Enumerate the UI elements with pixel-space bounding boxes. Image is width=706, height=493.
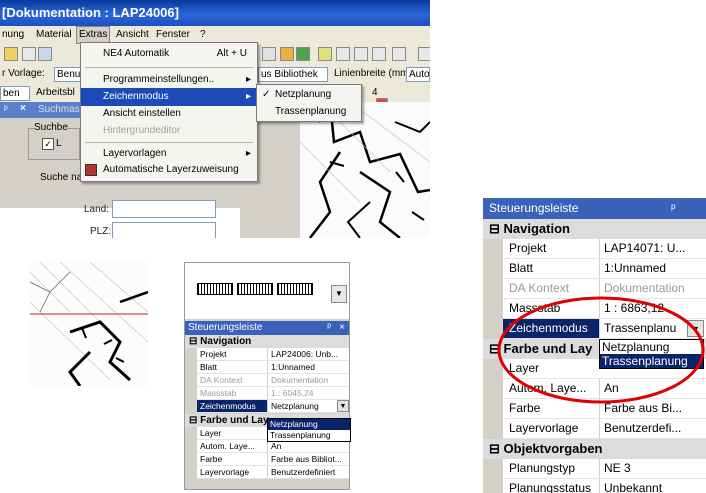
menu-item-programmeinstellungen[interactable]: Programmeinstellungen.. ▸ <box>81 71 257 89</box>
dropdown-option-netzplanung[interactable]: Netzplanung <box>268 419 350 430</box>
bibliothek-select[interactable]: us Bibliothek <box>258 67 328 82</box>
vorlage-label: r Vorlage: <box>2 68 45 79</box>
panel-title-text: Steuerungsleiste <box>188 322 263 333</box>
dropdown-option-trassenplanung[interactable]: Trassenplanung <box>268 430 350 441</box>
zeichenmodus-dropdown-list: Netzplanung Trassenplanung <box>267 418 351 442</box>
collapse-icon[interactable]: ⊟ <box>189 415 197 426</box>
pin-icon[interactable]: ᵖ <box>4 104 8 115</box>
symbol-preview <box>277 283 313 295</box>
zeichenmodus-submenu: ✓ Netzplanung Trassenplanung <box>256 84 362 122</box>
menu-item-hintergrundeditor: Hintergrundeditor <box>103 125 181 136</box>
plz-input[interactable] <box>112 222 216 238</box>
join-icon[interactable] <box>336 47 350 61</box>
checkbox-label: L <box>56 138 62 149</box>
control-panel-large: Steuerungsleiste ᵖ ⊟ Navigation Projekt L… <box>483 198 706 493</box>
plz-label: PLZ: <box>90 226 112 237</box>
split-icon[interactable] <box>318 47 332 61</box>
collapse-icon[interactable]: ⊟ <box>489 441 500 456</box>
panel-title: Steuerungsleiste ᵖ <box>483 198 706 219</box>
property-row-blatt[interactable]: Blatt 1:Unnamed <box>197 361 349 374</box>
category-navigation[interactable]: ⊟ Navigation <box>483 219 706 239</box>
property-row-projekt[interactable]: Projekt LAP24006: Unb... <box>197 348 349 361</box>
layer-number: 4 <box>372 87 378 98</box>
layer-select[interactable]: ben <box>0 86 30 101</box>
property-row-zeichenmodus[interactable]: Zeichenmodus Netzplanung ▼ <box>197 400 349 413</box>
symbol-preview <box>197 283 233 295</box>
land-input[interactable] <box>112 200 216 218</box>
more-icon[interactable] <box>418 47 430 61</box>
close-box-icon[interactable] <box>392 47 406 61</box>
menu-material[interactable]: Material <box>36 26 72 44</box>
land-label: Land: <box>84 204 110 215</box>
control-panel-small: ▼ Steuerungsleiste ᵖ × ⊟ Navigation Proj… <box>184 262 351 490</box>
extras-menu: NE4 Automatik Alt + U Programmeinstellun… <box>80 42 258 182</box>
window-title: [Dokumentation : LAP24006] <box>0 0 430 26</box>
property-row-blatt[interactable]: Blatt 1:Unnamed <box>503 259 706 279</box>
menu-item-zeichenmodus[interactable]: Zeichenmodus ▸ <box>81 88 257 106</box>
table-icon[interactable] <box>22 47 36 61</box>
network-map-top[interactable] <box>300 102 430 238</box>
menu-nung[interactable]: nung <box>2 26 24 44</box>
property-row-planungstyp[interactable]: Planungstyp NE 3 <box>503 459 706 479</box>
pin-icon[interactable]: ᵖ <box>671 198 676 219</box>
hammer-icon[interactable] <box>280 47 294 61</box>
submenu-arrow-icon: ▸ <box>245 74 251 85</box>
property-row-farbe[interactable]: Farbe Farbe aus Bibliot... <box>197 453 349 466</box>
checkbox[interactable]: ✓ <box>42 138 54 150</box>
scroll-down-icon[interactable]: ▼ <box>331 285 347 303</box>
layer-assign-icon <box>85 164 97 176</box>
grid-icon[interactable] <box>262 47 276 61</box>
network-icon[interactable] <box>296 47 310 61</box>
camera-icon[interactable] <box>354 47 368 61</box>
category-label: Objektvorgaben <box>503 441 603 456</box>
property-row-planungsstatus[interactable]: Planungsstatus Unbekannt <box>503 479 706 493</box>
edit-icon[interactable] <box>4 47 18 61</box>
vorlage-select[interactable]: Benu <box>54 67 82 82</box>
search-tab[interactable]: Suchmas <box>38 104 80 115</box>
suche-label: Suche na <box>40 172 83 183</box>
arbeitsblatt-label: Arbeitsbl <box>36 87 75 98</box>
panel-title-text: Steuerungsleiste <box>489 201 579 215</box>
linienbreite-label: Linienbreite (mm): <box>334 68 415 79</box>
category-objektvorgaben[interactable]: ⊟ Objektvorgaben <box>483 439 706 459</box>
submenu-item-trassenplanung[interactable]: Trassenplanung <box>257 103 361 121</box>
group-label: Suchbe <box>34 122 68 133</box>
property-row-da-kontext: DA Kontext Dokumentation <box>197 374 349 387</box>
layer-icon[interactable] <box>372 47 386 61</box>
submenu-arrow-icon: ▸ <box>245 91 251 102</box>
submenu-item-netzplanung[interactable]: ✓ Netzplanung <box>257 86 361 104</box>
collapse-icon[interactable]: ⊟ <box>189 336 197 347</box>
panel-title: Steuerungsleiste ᵖ × <box>185 321 349 335</box>
highlight-ellipse <box>497 296 705 404</box>
category-label: Navigation <box>503 221 570 236</box>
network-map-bottom[interactable] <box>30 262 148 386</box>
check-icon: ✓ <box>262 89 271 100</box>
collapse-icon[interactable]: ⊟ <box>489 221 500 236</box>
menu-item-ansicht-einstellen[interactable]: Ansicht einstellen <box>81 105 257 123</box>
category-navigation[interactable]: ⊟ Navigation <box>185 335 349 348</box>
symbol-preview <box>237 283 273 295</box>
close-icon[interactable]: × <box>20 103 26 114</box>
shortcut-label: Alt + U <box>216 48 247 59</box>
property-row-layervorlage[interactable]: Layervorlage Benutzerdefiniert <box>197 466 349 479</box>
category-label: Navigation <box>200 336 252 347</box>
menu-separator <box>85 67 253 68</box>
preview-area: ▼ <box>185 263 349 319</box>
property-row-projekt[interactable]: Projekt LAP14071: U... <box>503 239 706 259</box>
dropdown-arrow-icon[interactable]: ▼ <box>337 400 349 412</box>
menu-item-ne4-automatik[interactable]: NE4 Automatik Alt + U <box>81 45 257 63</box>
menu-item-automatische-layerzuweisung[interactable]: Automatische Layerzuweisung <box>81 161 257 179</box>
category-label: Farbe und Lay <box>200 415 269 426</box>
close-icon[interactable]: × <box>339 321 345 335</box>
menu-separator <box>85 142 253 143</box>
abc-icon[interactable] <box>38 47 52 61</box>
linienbreite-select[interactable]: Auto <box>406 67 430 82</box>
pin-icon[interactable]: ᵖ <box>327 321 331 335</box>
property-row-massstab: Massstab 1 : 6045,24 <box>197 387 349 400</box>
